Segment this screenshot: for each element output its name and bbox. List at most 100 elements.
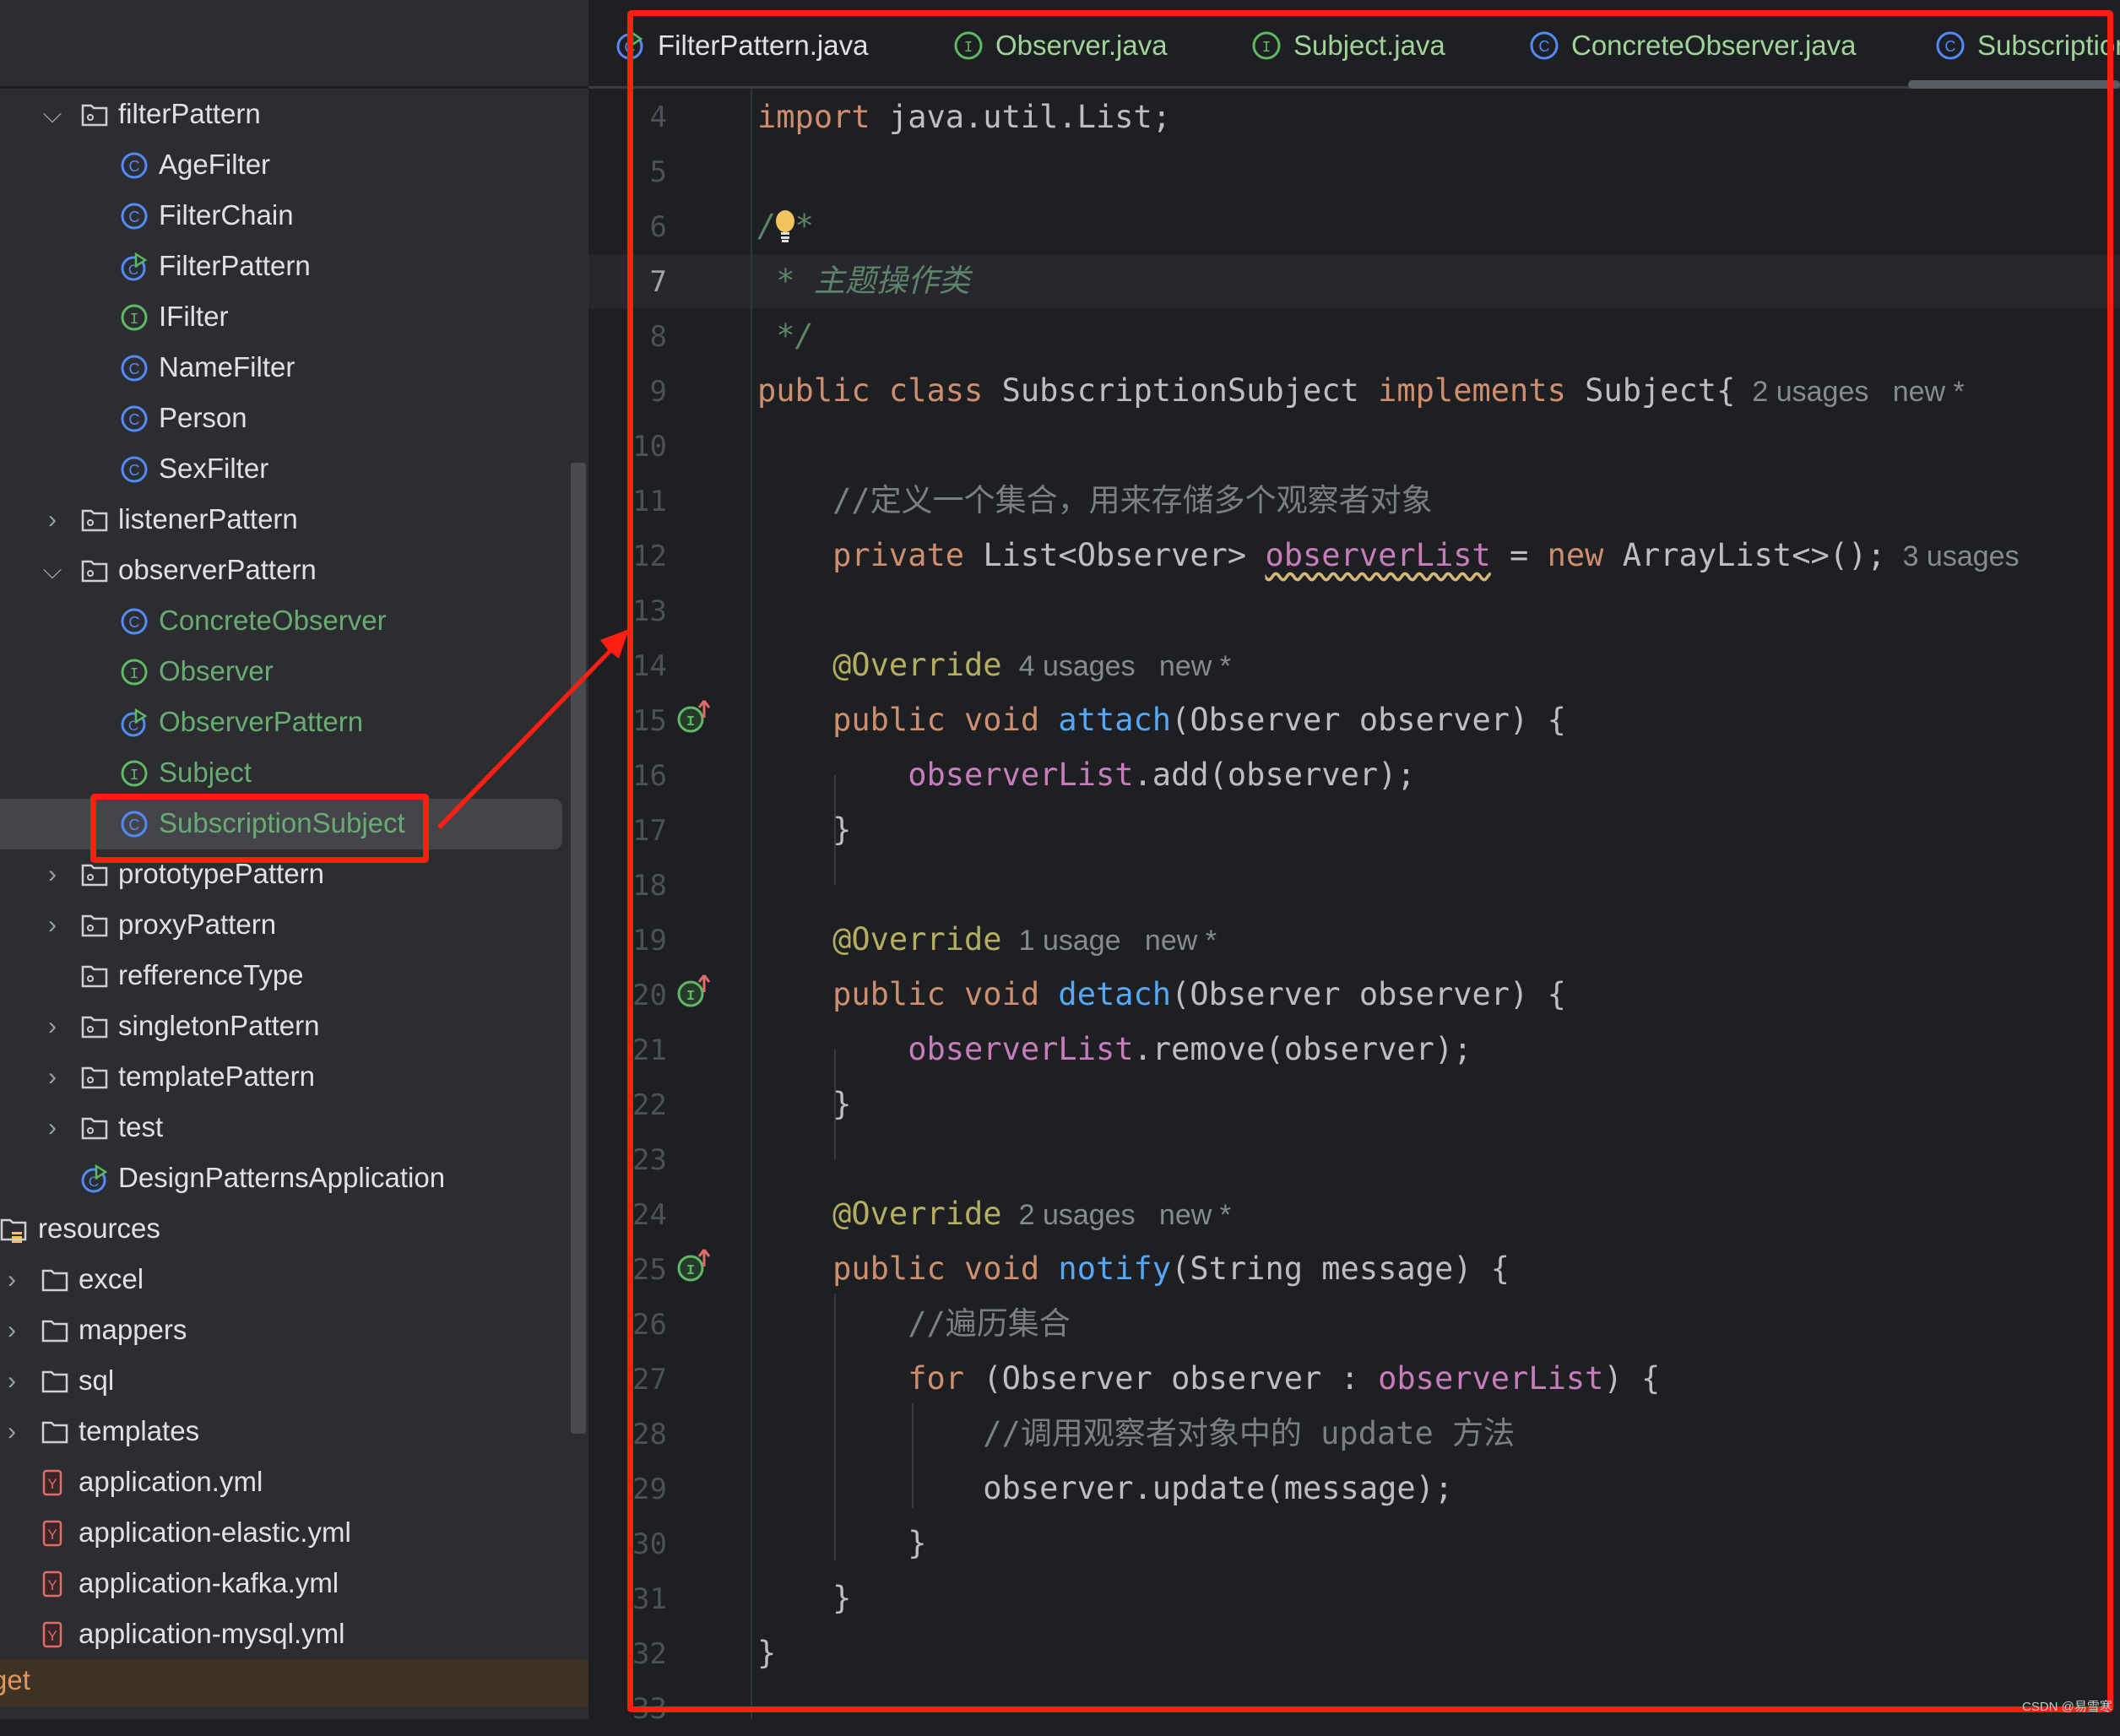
tree-item-test[interactable]: › test bbox=[0, 1103, 562, 1153]
tree-item-observerpattern[interactable]: C ObserverPattern bbox=[0, 697, 562, 748]
tree-item-label: ObserverPattern bbox=[159, 706, 364, 737]
class-icon: C bbox=[121, 203, 148, 230]
tree-item-agefilter[interactable]: C AgeFilter bbox=[0, 140, 562, 191]
svg-text:I: I bbox=[130, 312, 139, 328]
tree-item-label: mappers bbox=[79, 1314, 187, 1345]
tree-item-sexfilter[interactable]: C SexFilter bbox=[0, 444, 562, 495]
chevron-right-icon[interactable]: › bbox=[42, 1065, 62, 1090]
tree-item-label: templatePattern bbox=[118, 1061, 315, 1092]
tree-item-target[interactable]: get bbox=[0, 1659, 588, 1706]
tree-item-label: refferenceType bbox=[118, 959, 304, 990]
svg-text:C: C bbox=[129, 462, 140, 479]
interface-icon: I bbox=[121, 760, 148, 787]
tree-item-label: DesignPatternsApplication bbox=[118, 1162, 446, 1193]
tree-item-label: FilterPattern bbox=[159, 250, 311, 281]
package-folder-icon bbox=[81, 965, 108, 988]
tree-item-label: resources bbox=[38, 1212, 160, 1244]
tree-item-sql[interactable]: › sql bbox=[0, 1356, 562, 1407]
tree-item-excel[interactable]: › excel bbox=[0, 1255, 562, 1305]
tree-item-label: singletonPattern bbox=[118, 1010, 320, 1041]
chevron-down-icon[interactable]: ⌵ bbox=[42, 558, 62, 583]
folder-icon bbox=[41, 1269, 68, 1292]
tree-item-singletonpattern[interactable]: › singletonPattern bbox=[0, 1001, 562, 1052]
tree-item-label: AgeFilter bbox=[159, 149, 271, 180]
tree-item-label: listenerPattern bbox=[118, 503, 298, 534]
folder-icon bbox=[41, 1320, 68, 1343]
tree-item-label: test bbox=[118, 1111, 164, 1142]
chevron-down-icon[interactable]: ⌵ bbox=[42, 102, 62, 127]
svg-text:C: C bbox=[129, 411, 140, 428]
chevron-right-icon[interactable]: › bbox=[2, 1318, 22, 1343]
package-folder-icon bbox=[81, 864, 108, 887]
tree-item-label: observerPattern bbox=[118, 554, 317, 585]
tree-item-person[interactable]: C Person bbox=[0, 393, 562, 444]
package-folder-icon bbox=[81, 1066, 108, 1089]
chevron-right-icon[interactable]: › bbox=[2, 1419, 22, 1445]
chevron-right-icon[interactable]: › bbox=[42, 507, 62, 533]
folder-icon bbox=[41, 1370, 68, 1393]
tree-item-label: Observer bbox=[159, 655, 274, 686]
tree-item-proxypattern[interactable]: › proxyPattern bbox=[0, 900, 562, 951]
tree-item-templates[interactable]: › templates bbox=[0, 1407, 562, 1457]
tree-item-application-kafka-yml[interactable]: Yapplication-kafka.yml bbox=[0, 1559, 562, 1609]
package-folder-icon bbox=[81, 1117, 108, 1140]
tree-item-filterchain[interactable]: C FilterChain bbox=[0, 191, 562, 241]
annotation-box-selected-file bbox=[90, 794, 429, 863]
tree-item-filterpattern[interactable]: C FilterPattern bbox=[0, 241, 562, 292]
tree-item-observerpattern[interactable]: ⌵ observerPattern bbox=[0, 545, 562, 596]
tree-item-listenerpattern[interactable]: › listenerPattern bbox=[0, 495, 562, 545]
tree-item-label: application.yml bbox=[79, 1466, 263, 1497]
tree-item-mappers[interactable]: › mappers bbox=[0, 1305, 562, 1356]
annotation-box-editor bbox=[627, 10, 2113, 1712]
svg-text:I: I bbox=[130, 768, 139, 784]
project-scrollbar-thumb[interactable] bbox=[571, 463, 586, 1434]
chevron-right-icon[interactable]: › bbox=[42, 862, 62, 887]
svg-text:Y: Y bbox=[47, 1527, 57, 1543]
tree-item-designpatternsapplication[interactable]: C DesignPatternsApplication bbox=[0, 1153, 562, 1204]
tree-item-namefilter[interactable]: C NameFilter bbox=[0, 343, 562, 393]
class-icon: C bbox=[121, 152, 148, 179]
resources-folder-icon bbox=[0, 1218, 27, 1243]
class-icon: C bbox=[121, 355, 148, 382]
tree-item-refferencetype[interactable]: refferenceType bbox=[0, 951, 562, 1001]
tree-item-label: filterPattern bbox=[118, 98, 261, 129]
tree-item-label: SexFilter bbox=[159, 453, 269, 484]
svg-text:I: I bbox=[130, 666, 139, 683]
tree-item-subject[interactable]: I Subject bbox=[0, 748, 562, 799]
chevron-right-icon[interactable]: › bbox=[42, 1115, 62, 1141]
class-icon: C bbox=[121, 405, 148, 432]
runnable-class-icon: C bbox=[121, 708, 148, 737]
yaml-file-icon: Y bbox=[42, 1621, 62, 1648]
svg-text:C: C bbox=[129, 209, 140, 225]
tree-item-label: application-mysql.yml bbox=[79, 1618, 345, 1649]
tree-item-resources[interactable]: resources bbox=[0, 1204, 562, 1255]
runnable-class-icon: C bbox=[121, 252, 148, 281]
tree-item-concreteobserver[interactable]: C ConcreteObserver bbox=[0, 596, 562, 647]
yaml-file-icon: Y bbox=[42, 1469, 62, 1496]
tree-item-label: application-kafka.yml bbox=[79, 1567, 339, 1598]
chevron-right-icon[interactable]: › bbox=[2, 1267, 22, 1293]
tree-item-observer[interactable]: I Observer bbox=[0, 647, 562, 697]
tree-item-application-mysql-yml[interactable]: Yapplication-mysql.yml bbox=[0, 1609, 562, 1660]
tree-item-application-yml[interactable]: Yapplication.yml bbox=[0, 1457, 562, 1508]
chevron-right-icon[interactable]: › bbox=[2, 1369, 22, 1394]
chevron-right-icon[interactable]: › bbox=[42, 913, 62, 938]
tree-item-application-elastic-yml[interactable]: Yapplication-elastic.yml bbox=[0, 1508, 562, 1559]
tree-item-ifilter[interactable]: I IFilter bbox=[0, 292, 562, 343]
svg-text:Y: Y bbox=[47, 1577, 57, 1593]
package-folder-icon bbox=[81, 560, 108, 583]
tree-item-label: Person bbox=[159, 402, 247, 433]
runnable-class-icon: C bbox=[81, 1164, 108, 1193]
tree-item-label: ConcreteObserver bbox=[159, 605, 387, 636]
package-folder-icon bbox=[81, 1016, 108, 1039]
interface-icon: I bbox=[121, 304, 148, 331]
tree-item-label: sql bbox=[79, 1364, 115, 1396]
tree-item-templatepattern[interactable]: › templatePattern bbox=[0, 1052, 562, 1103]
tree-item-filterpattern[interactable]: ⌵ filterPattern bbox=[0, 90, 562, 140]
chevron-right-icon[interactable]: › bbox=[42, 1014, 62, 1039]
svg-text:C: C bbox=[129, 614, 140, 631]
tree-item-label: NameFilter bbox=[159, 351, 295, 382]
watermark: CSDN @易雪寒 bbox=[2022, 1700, 2112, 1714]
tree-item-label: Subject bbox=[159, 757, 252, 788]
svg-text:Y: Y bbox=[47, 1628, 57, 1644]
